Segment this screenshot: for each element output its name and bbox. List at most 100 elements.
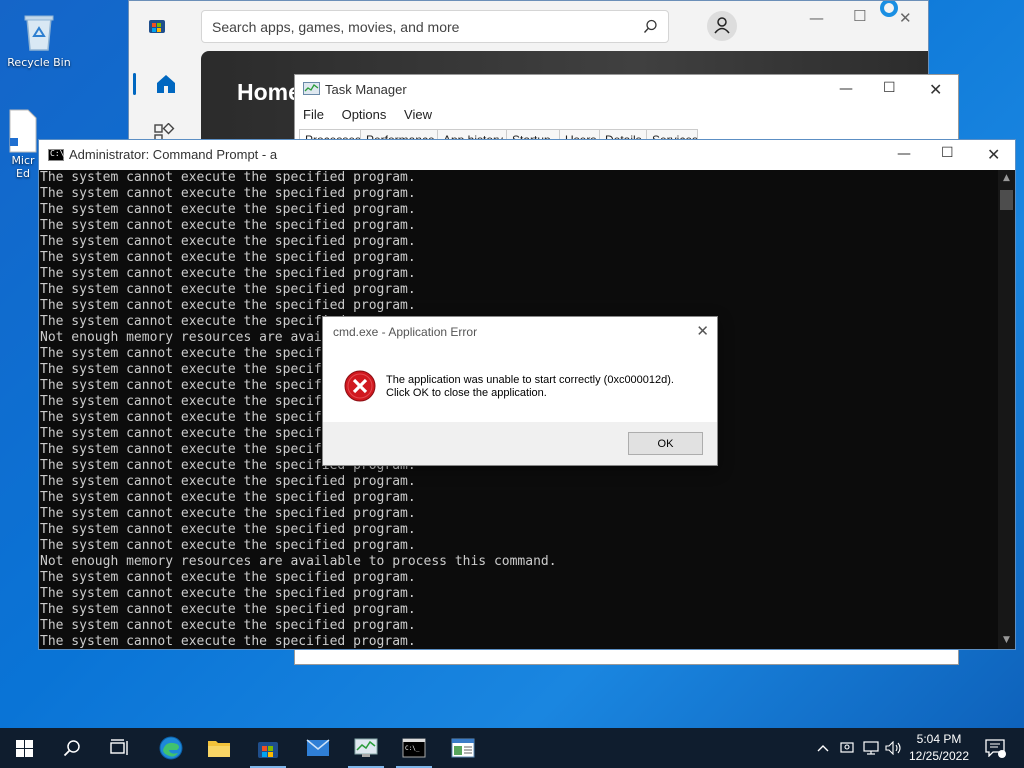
console-line: The system cannot execute the specified … [40, 586, 416, 601]
home-icon [157, 75, 175, 93]
chevron-up-icon [817, 745, 829, 752]
vertical-scrollbar[interactable]: ▲ ▼ [998, 170, 1015, 649]
store-icon [258, 742, 278, 758]
page-title: Home [237, 79, 301, 105]
taskbar-app-file-explorer[interactable] [195, 728, 243, 768]
start-button[interactable] [0, 728, 48, 768]
search-button[interactable] [48, 728, 96, 768]
console-line: The system cannot execute the specified … [40, 250, 416, 265]
console-line: The system cannot execute the specified … [40, 538, 416, 553]
maximize-button[interactable]: ☐ [853, 7, 866, 25]
maximize-button[interactable]: ☐ [941, 145, 954, 161]
task-view-button[interactable] [96, 728, 144, 768]
minimize-button[interactable]: — [897, 146, 911, 162]
people-icon [840, 742, 854, 753]
document-icon [9, 109, 37, 153]
action-center-button[interactable] [980, 728, 1010, 768]
active-indicator [133, 73, 136, 95]
console-line: The system cannot execute the specified … [40, 266, 416, 281]
minimize-button[interactable]: — [839, 81, 853, 97]
search-icon[interactable] [643, 19, 658, 34]
edge-icon [159, 736, 183, 760]
console-line: The system cannot execute the specified … [40, 202, 416, 217]
taskbar-app-store[interactable] [244, 728, 292, 768]
show-hidden-icons-button[interactable] [814, 728, 832, 768]
close-button[interactable]: ✕ [696, 322, 709, 340]
store-topbar: Search apps, games, movies, and more — ☐… [129, 1, 928, 51]
console-line: The system cannot execute the specified … [40, 186, 416, 201]
cmd-icon: C:\ [48, 149, 64, 161]
error-icon [344, 370, 376, 402]
window-title: Task Manager [325, 82, 407, 97]
sidebar-item-home[interactable] [133, 65, 193, 103]
maximize-button[interactable]: ☐ [883, 80, 896, 96]
console-line: The system cannot execute the specified … [40, 298, 416, 313]
search-placeholder: Search apps, games, movies, and more [212, 19, 460, 35]
windows-logo-icon [15, 739, 33, 757]
store-logo-icon [149, 20, 165, 33]
desktop-icon-label: Recycle Bin [7, 56, 71, 69]
account-avatar[interactable] [707, 11, 737, 41]
taskbar-clock[interactable]: 5:04 PM 12/25/2022 [904, 731, 974, 765]
menu-view[interactable]: View [404, 107, 432, 122]
volume-button[interactable] [884, 728, 904, 768]
ok-button[interactable]: OK [628, 432, 703, 455]
control-panel-icon [451, 738, 475, 758]
menu-file[interactable]: File [303, 107, 324, 122]
console-line: The system cannot execute the specified … [40, 170, 416, 185]
network-button[interactable] [862, 728, 880, 768]
search-icon [63, 740, 80, 757]
taskbar-app-edge[interactable] [147, 728, 195, 768]
mail-icon [306, 739, 330, 756]
console-line: Not enough memory resources are availabl… [40, 554, 557, 569]
console-line: The system cannot execute the specified … [40, 570, 416, 585]
taskbar-app-control-panel[interactable] [439, 728, 487, 768]
console-line: The system cannot execute the specified … [40, 234, 416, 249]
speaker-icon [885, 741, 901, 755]
scroll-thumb[interactable] [1000, 190, 1013, 210]
console-line: The system cannot execute the specified … [40, 218, 416, 233]
scroll-up-arrow-icon[interactable]: ▲ [998, 170, 1015, 187]
command-prompt-icon: C:\_ [402, 738, 426, 758]
desktop-icon-recycle-bin[interactable]: Recycle Bin [2, 8, 76, 69]
person-icon [714, 17, 730, 34]
close-button[interactable]: ✕ [987, 145, 1000, 164]
console-line: The system cannot execute the specified … [40, 618, 416, 633]
console-line: The system cannot execute the specified … [40, 282, 416, 297]
store-search-input[interactable]: Search apps, games, movies, and more [201, 10, 669, 43]
taskbar-app-mail[interactable] [294, 728, 342, 768]
console-line: The system cannot execute the specified … [40, 522, 416, 537]
cmd-titlebar[interactable]: C:\ Administrator: Command Prompt - a — … [39, 140, 1015, 170]
close-button[interactable]: ✕ [929, 80, 942, 99]
svg-text:C:\_: C:\_ [405, 745, 420, 752]
taskbar-app-command-prompt[interactable]: C:\_ [390, 728, 438, 768]
dialog-title: cmd.exe - Application Error [333, 325, 478, 339]
task-manager-icon [303, 82, 320, 95]
task-view-icon [110, 739, 128, 755]
clock-time: 5:04 PM [916, 732, 962, 746]
tray-security-icon-button[interactable] [838, 728, 856, 768]
menu-options[interactable]: Options [342, 107, 387, 122]
taskbar-app-task-manager[interactable] [342, 728, 390, 768]
console-line: The system cannot execute the specified … [40, 602, 416, 617]
recycle-bin-icon [24, 15, 54, 51]
console-line: The system cannot execute the specified … [40, 474, 416, 489]
console-line: The system cannot execute the specified … [40, 506, 416, 521]
error-message-line: Click OK to close the application. [386, 387, 547, 399]
scroll-down-arrow-icon[interactable]: ▼ [998, 632, 1015, 649]
window-title: Administrator: Command Prompt - a [69, 147, 278, 162]
menu-bar: File Options View [303, 107, 446, 122]
network-icon [863, 741, 879, 755]
task-manager-icon [354, 738, 378, 757]
loading-ring-icon [880, 1, 898, 17]
minimize-button[interactable]: — [809, 9, 824, 27]
notification-badge [998, 750, 1006, 758]
close-button[interactable]: ✕ [899, 9, 912, 27]
folder-icon [208, 741, 230, 757]
console-line: The system cannot execute the specified … [40, 490, 416, 505]
application-error-dialog[interactable]: cmd.exe - Application Error ✕ The applic… [322, 316, 718, 466]
error-message-line: The application was unable to start corr… [386, 374, 674, 386]
desktop-icon-label: Micr Ed [11, 154, 35, 180]
dialog-footer: OK [323, 422, 717, 465]
console-line: The system cannot execute the specified … [40, 634, 416, 649]
